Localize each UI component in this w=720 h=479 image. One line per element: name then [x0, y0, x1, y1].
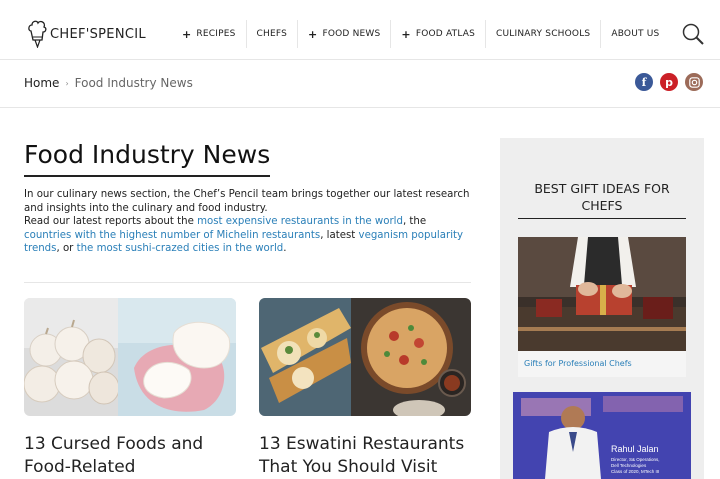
nav-item-food-news[interactable]: + FOOD NEWS	[297, 20, 390, 48]
article-card[interactable]: 13 Cursed Foods and Food-Related	[24, 298, 236, 478]
instagram-glyph	[688, 76, 700, 88]
gift-caption-link[interactable]: Gifts for Professional Chefs	[518, 351, 686, 377]
article-image-illustration	[24, 298, 236, 416]
article-image-illustration	[259, 298, 471, 416]
plus-icon: +	[308, 27, 318, 41]
nav-label: CULINARY SCHOOLS	[496, 29, 591, 39]
nav-label: ABOUT US	[611, 29, 660, 39]
ad-name: Rahul Jalan	[611, 444, 659, 454]
article-image-eswatini-food[interactable]	[259, 298, 471, 416]
link-michelin-countries[interactable]: countries with the highest number of Mic…	[24, 230, 320, 241]
text-span: Read our latest reports about the	[24, 216, 198, 228]
intro-paragraph: In our culinary news section, the Chef’s…	[24, 189, 470, 214]
search-icon[interactable]	[681, 22, 705, 46]
ad-banner-illustration: Rahul Jalan Director, S& Operations, Del…	[513, 392, 691, 479]
article-image-garlic-eggshell[interactable]	[24, 298, 236, 416]
breadcrumb-bar: Home › Food Industry News f p	[0, 60, 720, 108]
nav-item-recipes[interactable]: + RECIPES	[172, 20, 246, 48]
plus-icon: +	[182, 27, 192, 41]
text-span: , the	[402, 216, 427, 228]
article-card[interactable]: 13 Eswatini Restaurants That You Should …	[259, 298, 471, 478]
nav-label: RECIPES	[196, 29, 236, 39]
divider	[24, 282, 471, 283]
chef-hat-icon	[28, 20, 47, 48]
ad-line-2: Dell Technologies	[611, 463, 647, 468]
link-sushi-cities[interactable]: the most sushi-crazed cities in the worl…	[77, 243, 284, 254]
plus-icon: +	[401, 27, 411, 41]
intro-text: In our culinary news section, the Chef’s…	[24, 188, 474, 256]
page-title: Food Industry News	[24, 140, 271, 177]
nav-item-culinary-schools[interactable]: CULINARY SCHOOLS	[485, 20, 600, 48]
gift-image-illustration	[518, 237, 686, 351]
nav-label: FOOD NEWS	[322, 29, 381, 39]
main-nav: + RECIPES CHEFS + FOOD NEWS + FOOD ATLAS CU…	[172, 20, 669, 48]
ad-line-3: Class of 2020, MTech III	[611, 469, 659, 474]
breadcrumb: Home › Food Industry News	[24, 76, 193, 90]
nav-item-food-atlas[interactable]: + FOOD ATLAS	[390, 20, 485, 48]
nav-label: CHEFS	[256, 29, 288, 39]
nav-item-chefs[interactable]: CHEFS	[245, 20, 297, 48]
nav-item-about-us[interactable]: ABOUT US	[600, 20, 669, 48]
nav-label: FOOD ATLAS	[415, 29, 476, 39]
breadcrumb-separator: ›	[65, 78, 69, 88]
sidebar-ad-banner[interactable]: Rahul Jalan Director, S& Operations, Del…	[513, 392, 691, 479]
instagram-icon[interactable]	[685, 73, 703, 91]
article-title[interactable]: 13 Cursed Foods and Food-Related	[24, 433, 236, 478]
breadcrumb-current: Food Industry News	[74, 76, 193, 90]
logo-text: CHEF'SPENCIL	[50, 26, 146, 42]
text-span: , latest	[320, 229, 359, 241]
sidebar: BEST GIFT IDEAS FOR CHEFS Gifts for Prof…	[500, 138, 704, 479]
article-title[interactable]: 13 Eswatini Restaurants That You Should …	[259, 433, 471, 478]
breadcrumb-home[interactable]: Home	[24, 76, 59, 90]
text-span: , or	[56, 243, 77, 255]
site-header: CHEF'SPENCIL + RECIPES CHEFS + FOOD NEWS +…	[0, 0, 720, 60]
sidebar-heading: BEST GIFT IDEAS FOR CHEFS	[518, 180, 686, 219]
facebook-icon[interactable]: f	[635, 73, 653, 91]
gift-image[interactable]	[518, 237, 686, 351]
site-logo[interactable]: CHEF'SPENCIL	[27, 20, 146, 48]
intro-paragraph-links: Read our latest reports about the most e…	[24, 215, 474, 256]
text-span: .	[283, 243, 287, 255]
link-expensive-restaurants[interactable]: most expensive restaurants in the world	[197, 216, 403, 227]
ad-line-1: Director, S& Operations,	[611, 457, 660, 462]
pinterest-icon[interactable]: p	[660, 73, 678, 91]
